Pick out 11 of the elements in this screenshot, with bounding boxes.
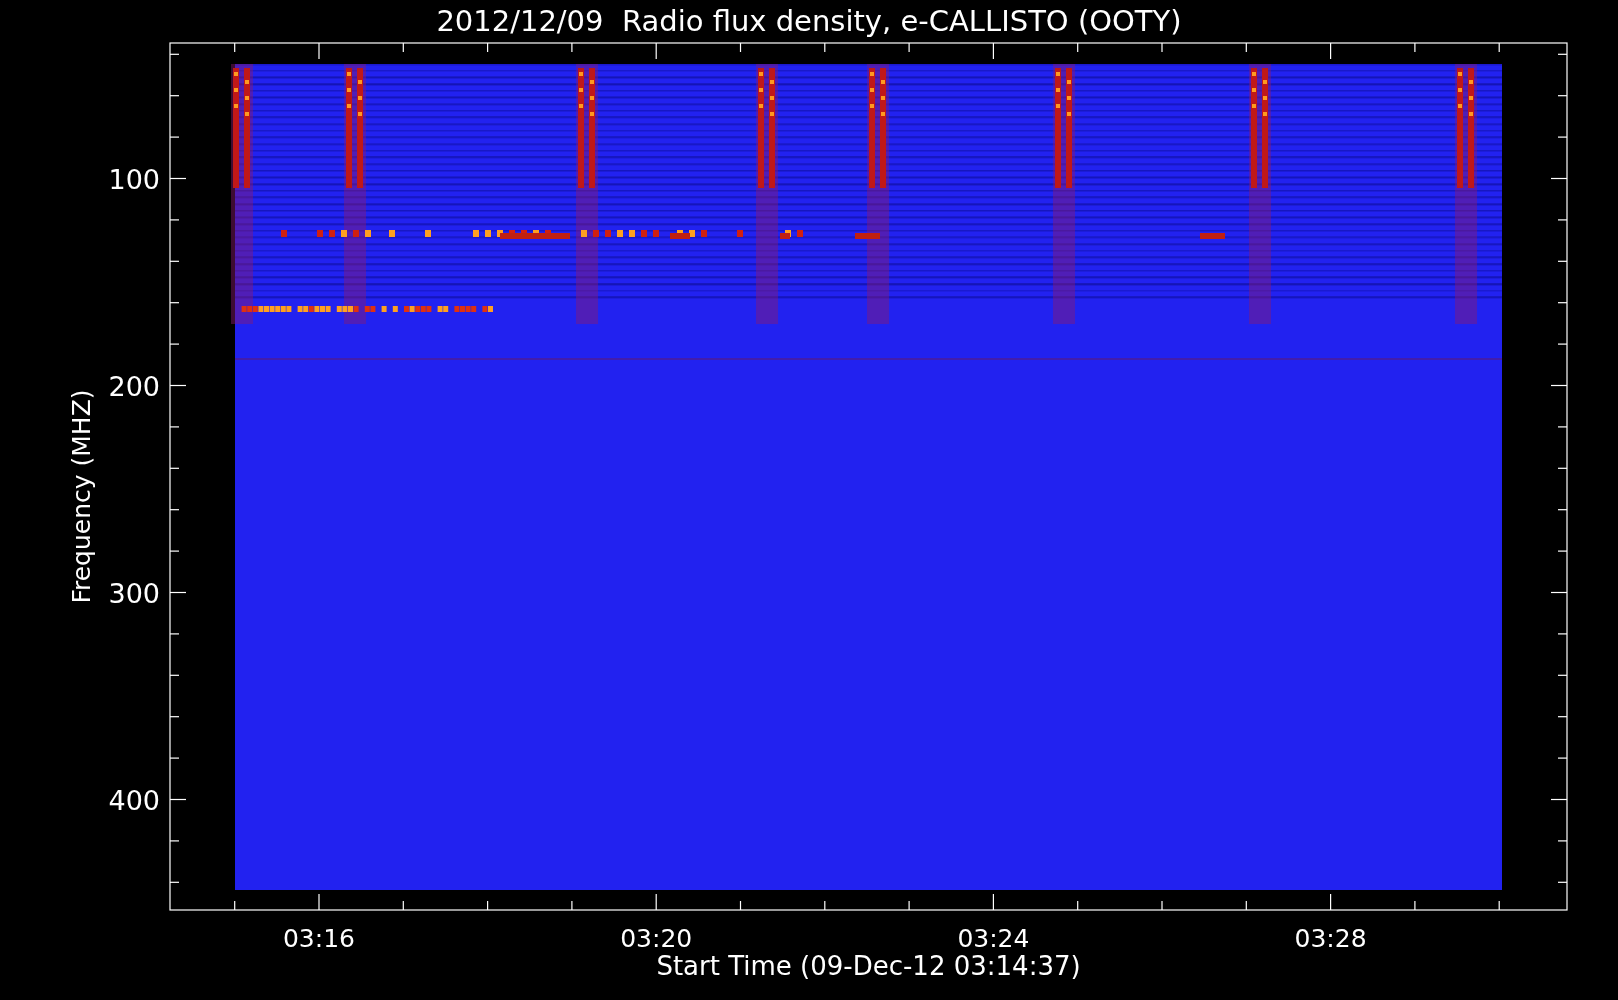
x-axis-label: Start Time (09-Dec-12 03:14:37) (656, 951, 1081, 981)
y-tick-label: 200 (108, 370, 160, 402)
x-tick-label: 03:20 (620, 924, 693, 953)
y-tick-label: 300 (108, 577, 160, 609)
y-axis-label: Frequency (MHZ) (67, 389, 96, 604)
y-tick-label: 400 (108, 784, 160, 816)
x-tick-label: 03:24 (957, 924, 1030, 953)
x-tick-label: 03:16 (283, 924, 355, 953)
chart-title: 2012/12/09 Radio flux density, e-CALLISTO (OOTY) (436, 3, 1182, 40)
x-tick-label: 03:28 (1294, 924, 1367, 953)
y-tick-label: 100 (108, 163, 160, 195)
